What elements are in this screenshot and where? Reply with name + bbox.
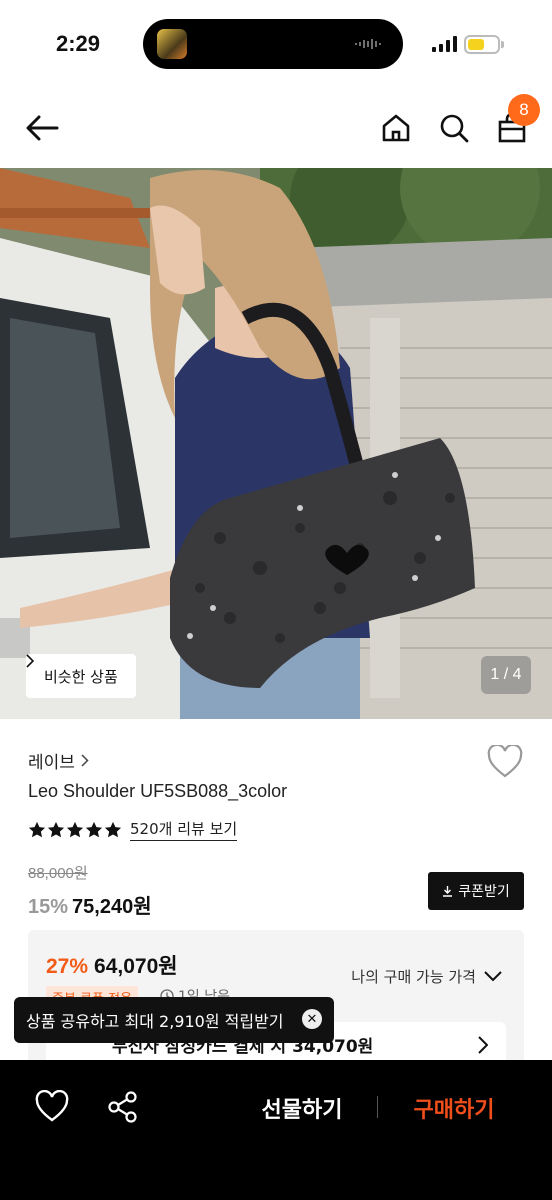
close-icon[interactable]: ✕: [302, 1009, 322, 1029]
product-name: Leo Shoulder UF5SB088_3color: [28, 781, 288, 801]
audio-wave-icon: [355, 39, 381, 49]
toast-text: 상품 공유하고 최대 2,910원 적립받기: [26, 1012, 284, 1031]
share-button[interactable]: [106, 1090, 140, 1124]
dynamic-island: [143, 19, 403, 69]
home-icon: [382, 114, 410, 142]
star-icon: [66, 821, 84, 837]
back-button[interactable]: [20, 106, 64, 150]
search-icon: [440, 114, 469, 143]
best-discount-rate: 27%: [46, 955, 89, 978]
my-price-label: 나의 구매 가능 가격: [351, 968, 476, 986]
cart-count-badge: 8: [508, 94, 540, 126]
review-link[interactable]: 520개 리뷰 보기: [130, 818, 238, 841]
rating-row: 520개 리뷰 보기: [28, 818, 238, 841]
status-time: 2:29: [56, 31, 101, 56]
product-photo: [0, 168, 552, 719]
chevron-right-icon: [478, 1036, 488, 1054]
download-icon: [443, 886, 453, 897]
battery-icon: [464, 35, 500, 54]
similar-products-label: 비슷한 상품: [44, 667, 118, 686]
price-row: 15% 75,240원: [28, 890, 152, 919]
brand-name: 레이브: [28, 753, 75, 773]
like-heart-button[interactable]: [34, 1090, 70, 1124]
star-icon: [28, 821, 46, 837]
chevron-right-icon: [26, 654, 34, 668]
brand-link[interactable]: 레이브: [28, 748, 89, 773]
chevron-down-icon: [484, 971, 502, 982]
cellular-signal-icon: [432, 36, 457, 52]
home-button[interactable]: [374, 106, 418, 150]
star-rating: [28, 821, 122, 839]
image-page-indicator: 1 / 4: [481, 656, 531, 694]
product-image-carousel[interactable]: 비슷한 상품 1 / 4: [0, 168, 552, 719]
similar-products-button[interactable]: 비슷한 상품: [26, 654, 136, 698]
star-icon: [104, 821, 122, 837]
coupon-download-button[interactable]: 쿠폰받기: [428, 872, 524, 910]
battery-cap: [501, 41, 504, 48]
coupon-button-label: 쿠폰받기: [458, 884, 510, 900]
status-bar: 2:29: [0, 0, 552, 90]
discount-rate: 15%: [28, 896, 69, 918]
share-reward-toast[interactable]: 상품 공유하고 최대 2,910원 적립받기 ✕: [14, 997, 334, 1043]
star-icon: [47, 821, 65, 837]
arrow-left-icon: [26, 115, 59, 141]
battery-level: [468, 39, 484, 50]
gift-button[interactable]: 선물하기: [244, 1088, 360, 1128]
best-price-row: 27% 64,070원: [46, 950, 178, 980]
original-price: 88,000원: [28, 865, 88, 882]
chevron-right-icon: [81, 754, 89, 767]
sale-price: 75,240원: [72, 896, 152, 918]
bottom-action-bar: 선물하기 구매하기: [0, 1060, 552, 1200]
best-price: 64,070원: [94, 955, 178, 978]
my-price-toggle[interactable]: 나의 구매 가능 가격: [351, 966, 502, 987]
wishlist-heart-button[interactable]: [487, 745, 523, 779]
star-icon: [85, 821, 103, 837]
top-nav: [0, 90, 552, 168]
buy-button[interactable]: 구매하기: [396, 1088, 512, 1128]
divider: [377, 1096, 378, 1118]
now-playing-artwork: [157, 29, 187, 59]
search-button[interactable]: [432, 106, 476, 150]
